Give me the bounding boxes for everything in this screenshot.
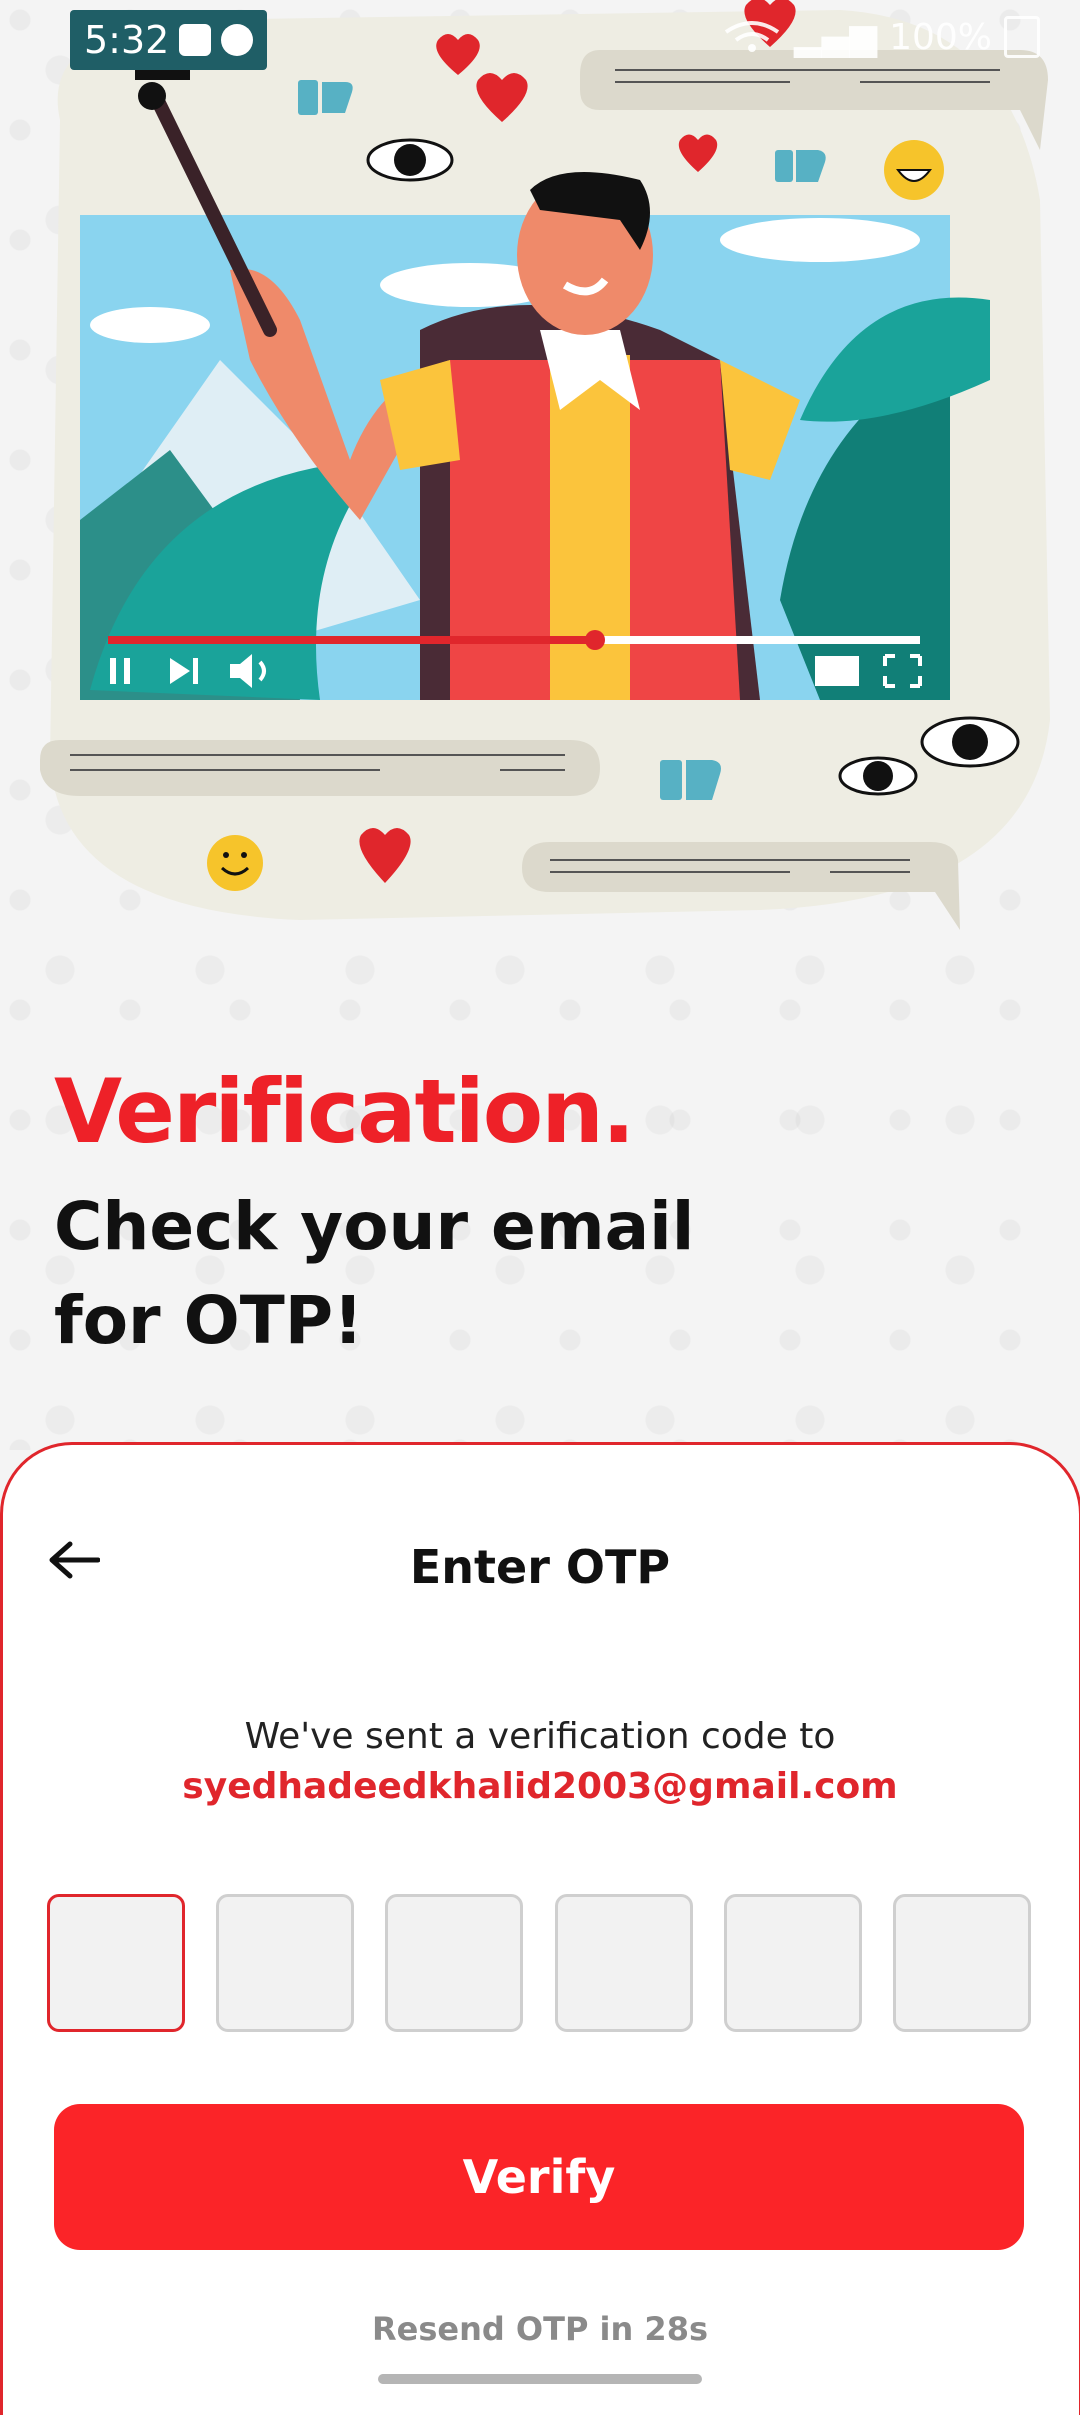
page-title: Verification. [54,1060,635,1163]
signal-icon: ▂▄▆ [794,16,878,58]
otp-digit-4[interactable] [554,1894,693,2032]
whatsapp-icon [221,24,254,56]
recipient-email: syedhadeedkhalid2003@gmail.com [182,1766,898,1807]
otp-input-row [47,1894,1031,2034]
hero-illustration [40,0,1050,930]
sent-code-text: We've sent a verification code to [244,1716,836,1757]
status-time: 5:32 [84,18,170,62]
wifi-icon [724,21,780,52]
battery-icon [1004,16,1040,58]
otp-digit-3[interactable] [385,1894,524,2032]
status-left: 5:32 [70,10,268,70]
status-bar: 5:32 ▂▄▆ 100% [0,0,1080,80]
gallery-icon [179,24,212,56]
battery-text: 100% [889,16,992,58]
otp-card-title: Enter OTP [409,1540,671,1594]
status-right: ▂▄▆ 100% [722,16,1040,58]
otp-digit-6[interactable] [892,1894,1031,2032]
otp-digit-5[interactable] [723,1894,862,2032]
page-subtitle: Check your email for OTP! [54,1188,695,1359]
resend-otp-timer: Resend OTP in 28s [371,2310,708,2348]
verify-button[interactable]: Verify [54,2104,1024,2250]
otp-digit-1[interactable] [47,1894,185,2032]
home-indicator[interactable] [378,2374,702,2384]
otp-digit-2[interactable] [216,1894,355,2032]
